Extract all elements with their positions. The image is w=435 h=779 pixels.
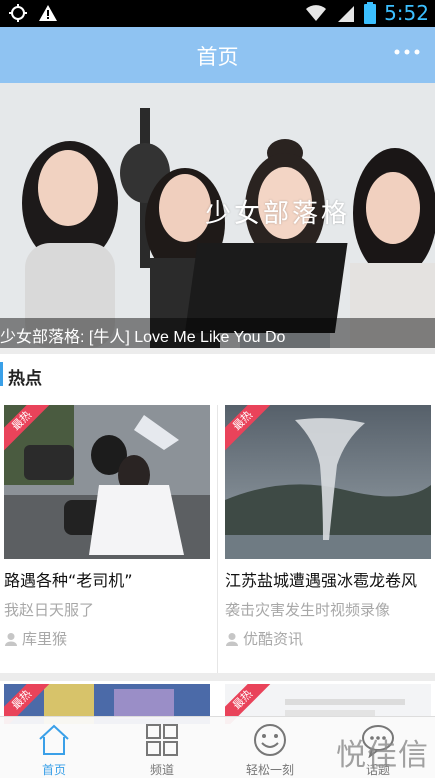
app-header: 首页 [0,27,435,83]
grid-icon [146,724,178,756]
home-icon [39,724,69,755]
section-divider [0,348,435,354]
thumbnail-image [225,405,431,559]
featured-banner[interactable]: 少女部落格 少女部落格: [牛人] Love Me Like You Do [0,83,435,348]
author-name: 优酷资讯 [243,630,304,648]
thumbnail-image [4,405,210,559]
banner-caption: 少女部落格: [牛人] Love Me Like You Do [0,318,435,348]
card-author[interactable]: 库里猴 [4,628,210,649]
grid-divider [217,405,218,675]
user-icon [5,632,17,646]
tab-relax[interactable]: 轻松一刻 [216,717,324,779]
video-card[interactable]: 最热 江苏盐城遭遇强冰雹龙卷风 袭击灾害发生时视频录像 优酷资讯 [225,405,431,649]
card-subtitle: 袭击灾害发生时视频录像 [225,601,391,619]
more-dots-icon[interactable] [393,47,421,57]
page-title: 首页 [196,45,239,69]
user-icon [226,632,238,646]
site-watermark: 悦佳信 [336,738,429,773]
status-time: 5:52 [384,1,429,25]
signal-alt-icon [9,4,27,22]
tab-label: 首页 [41,763,66,777]
video-card[interactable]: 最热 路遇各种“老司机” 我赵日天服了 库里猴 [4,405,210,649]
hot-grid: 最热 路遇各种“老司机” 我赵日天服了 库里猴 最热 江苏盐城遭遇强冰雹龙卷风 … [0,397,435,697]
wifi-icon [306,5,327,21]
banner-overlay-text: 少女部落格 [205,199,351,229]
status-right: 5:52 [304,1,429,25]
status-left [8,3,58,23]
card-title[interactable]: 路遇各种“老司机” [4,567,210,591]
tab-home[interactable]: 首页 [0,717,108,779]
card-author[interactable]: 优酷资讯 [225,628,431,649]
card-title[interactable]: 江苏盐城遭遇强冰雹龙卷风 [225,567,431,591]
row-divider [0,673,435,681]
tab-channels[interactable]: 频道 [108,717,216,779]
battery-icon [364,2,377,24]
section-title: 热点 [8,369,42,389]
author-name: 库里猴 [22,630,68,648]
status-bar: 5:52 [0,0,435,27]
video-thumbnail[interactable]: 最热 [225,405,431,559]
smile-icon [254,724,286,756]
warning-icon [39,5,57,21]
video-thumbnail[interactable]: 最热 [4,405,210,559]
tab-label: 轻松一刻 [245,763,294,777]
card-subtitle: 我赵日天服了 [4,601,95,619]
tab-label: 频道 [149,763,174,777]
cell-signal-icon [338,6,355,22]
section-title-accent [0,362,3,386]
